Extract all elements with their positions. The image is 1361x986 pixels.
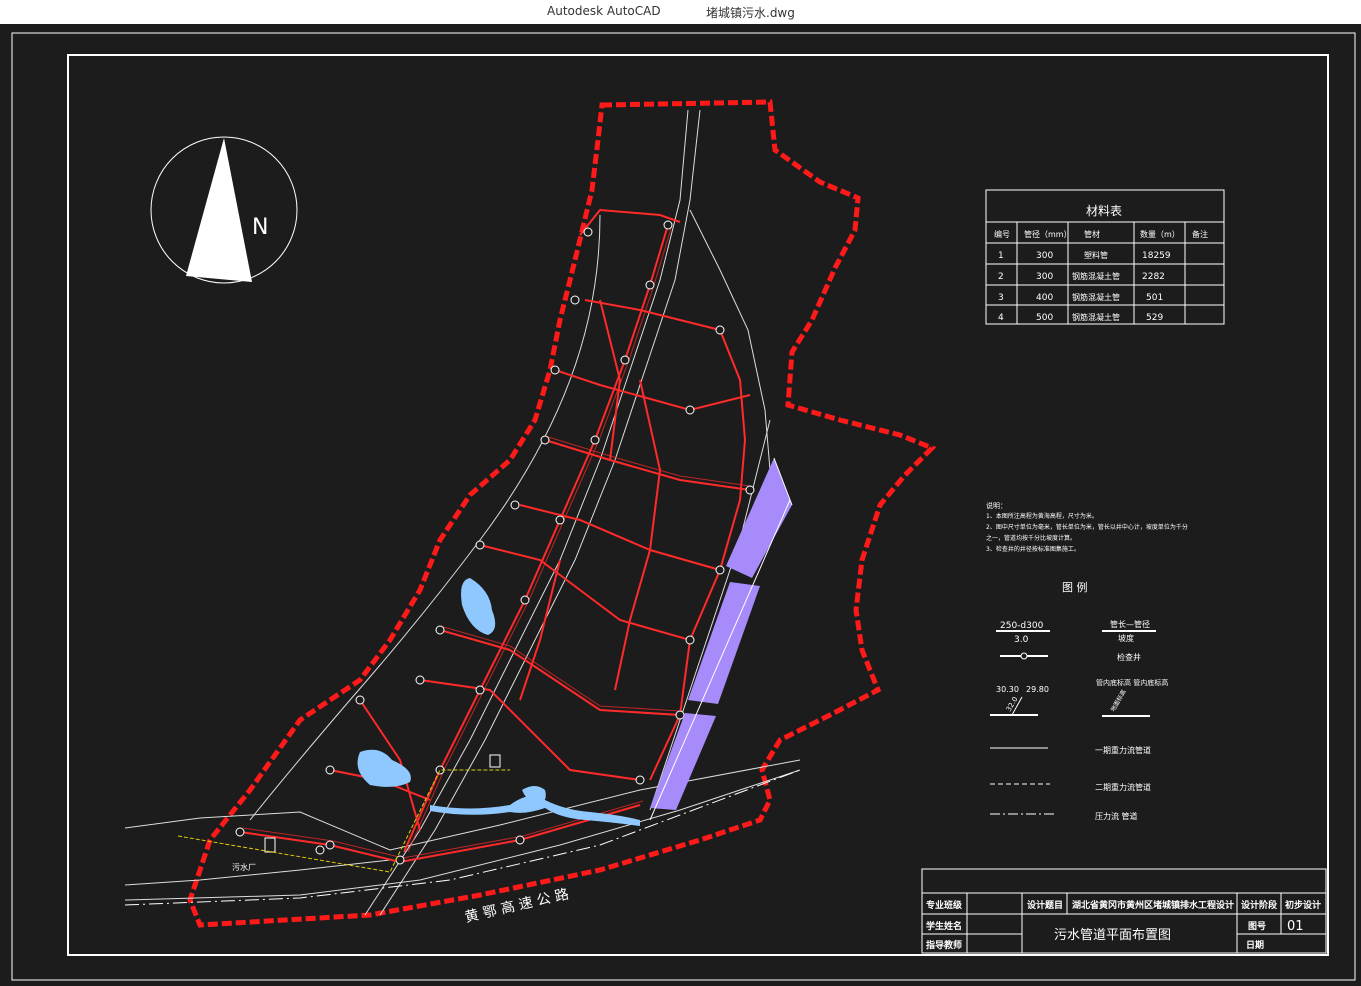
table-cell: 18259 — [1142, 251, 1171, 261]
notes-title: 说明： — [986, 501, 1007, 510]
table-cell: 529 — [1146, 313, 1163, 323]
table-header: 管材 — [1084, 229, 1100, 239]
legend-manhole: 检查井 — [1117, 652, 1141, 662]
table-cell: 500 — [1036, 313, 1053, 323]
legend-desc-bottom: 坡度 — [1118, 633, 1134, 643]
north-arrow-icon: N — [150, 136, 298, 284]
tb-advisor: 指导教师 — [926, 939, 962, 951]
window-titlebar: Autodesk AutoCAD 堵城镇污水.dwg — [0, 0, 1361, 24]
title-block: 专业班级 学生姓名 指导教师 设计题目 湖北省黄冈市黄州区堵城镇排水工程设计 设… — [921, 868, 1327, 954]
design-notes: 说明： 1、本图所注高程为黄海高程，尺寸为米。 2、图中尺寸单位为毫米，管长单位… — [986, 501, 1188, 553]
notes-line: 之一，管道均按千分比坡度计算。 — [986, 534, 1076, 542]
notes-line: 1、本图所注高程为黄海高程，尺寸为米。 — [986, 512, 1098, 520]
tb-topic: 湖北省黄冈市黄州区堵城镇排水工程设计 — [1072, 899, 1234, 911]
cad-drawing: N 黄 鄂 高 速 公 路 污水厂 材料表 编号 管径（mm） 管材 数量（m）… — [11, 32, 1356, 981]
table-cell: 3 — [998, 293, 1004, 303]
legend-sample-bottom: 3.0 — [1014, 635, 1029, 645]
table-cell: 2 — [998, 272, 1004, 282]
highway-label: 黄 鄂 高 速 公 路 — [463, 885, 570, 925]
tb-student: 学生姓名 — [926, 920, 962, 932]
notes-line: 3、检查井的井径按标准图集施工。 — [986, 545, 1080, 553]
table-header: 备注 — [1192, 229, 1208, 239]
table-header: 管径（mm） — [1024, 229, 1072, 239]
legend-title: 图 例 — [1062, 580, 1088, 594]
table-cell: 300 — [1036, 251, 1053, 261]
legend-gravity2: 二期重力流管道 — [1095, 782, 1151, 792]
legend-desc-top: 管长—管径 — [1110, 619, 1150, 629]
highway: 黄 鄂 高 速 公 路 — [124, 769, 801, 926]
legend-elev-desc2: 地面标高 — [1109, 688, 1128, 713]
material-table-title: 材料表 — [1086, 204, 1122, 218]
app-name: Autodesk AutoCAD — [547, 4, 661, 18]
tb-no-label: 图号 — [1248, 921, 1266, 932]
table-cell: 400 — [1036, 293, 1053, 303]
tb-date-label: 日期 — [1246, 939, 1264, 951]
north-label: N — [252, 215, 268, 240]
table-cell: 501 — [1146, 293, 1163, 303]
legend: 图 例 250-d300 3.0 管长—管径 坡度 检查井 30.30 29.8… — [990, 580, 1168, 821]
table-cell: 钢筋混凝土管 — [1072, 292, 1120, 302]
town-boundary — [187, 99, 937, 928]
table-cell: 钢筋混凝土管 — [1072, 312, 1120, 322]
tb-stage-label: 设计阶段 — [1241, 899, 1278, 911]
legend-elev-left: 30.30 — [996, 685, 1019, 694]
legend-elev-ground: 32.0 — [1005, 695, 1020, 713]
table-cell: 钢筋混凝土管 — [1072, 271, 1120, 281]
legend-elev-right: 29.80 — [1026, 685, 1049, 694]
table-header: 编号 — [994, 229, 1010, 239]
table-cell: 1 — [998, 251, 1004, 261]
table-cell: 4 — [998, 313, 1004, 323]
material-table: 材料表 编号 管径（mm） 管材 数量（m） 备注 1 300 塑料管 1825… — [985, 189, 1225, 325]
drawing-canvas[interactable]: N 黄 鄂 高 速 公 路 污水厂 材料表 编号 管径（mm） 管材 数量（m）… — [0, 24, 1361, 986]
outer-frame — [11, 32, 1356, 981]
table-cell: 2282 — [1142, 272, 1165, 282]
legend-gravity1: 一期重力流管道 — [1095, 745, 1151, 755]
plant-label: 污水厂 — [232, 862, 256, 872]
tb-major: 专业班级 — [926, 899, 963, 911]
tb-stage: 初步设计 — [1285, 899, 1321, 911]
legend-pressure: 压力流 管道 — [1095, 811, 1138, 821]
legend-sample-top: 250-d300 — [1000, 621, 1044, 631]
table-cell: 塑料管 — [1084, 250, 1108, 260]
notes-line: 2、图中尺寸单位为毫米，管长单位为米，管长以井中心计，坡度单位为千分 — [986, 523, 1188, 531]
table-cell: 300 — [1036, 272, 1053, 282]
file-name: 堵城镇污水.dwg — [706, 6, 795, 20]
tb-topic-label: 设计题目 — [1027, 899, 1063, 911]
tb-drawing-name: 污水管道平面布置图 — [1054, 928, 1171, 943]
tb-no: 01 — [1287, 919, 1304, 934]
table-header: 数量（m） — [1140, 229, 1180, 239]
legend-elev-desc: 管内底标高 管内底标高 — [1096, 678, 1168, 687]
